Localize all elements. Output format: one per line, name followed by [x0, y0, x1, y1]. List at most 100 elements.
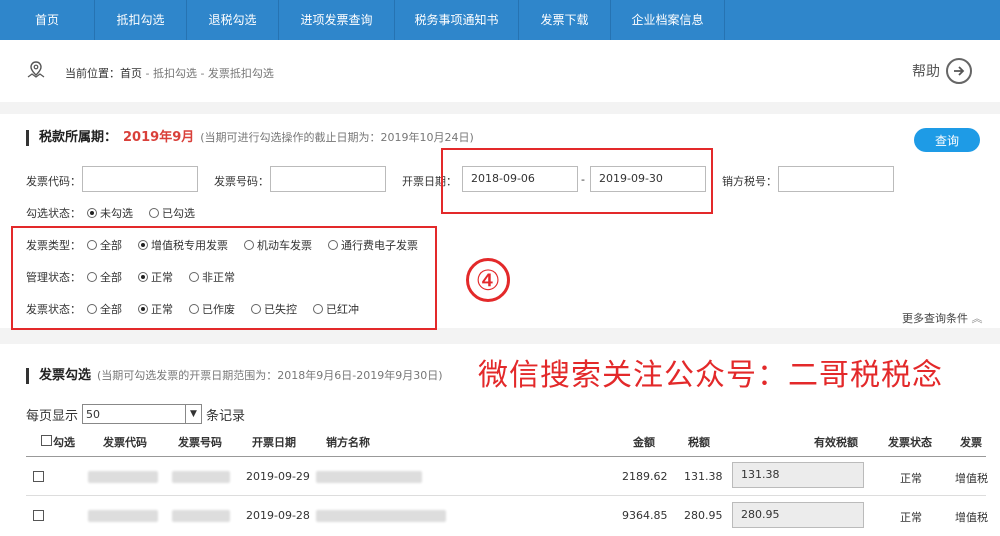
- radio-label: 正常: [151, 303, 173, 316]
- page-size-select[interactable]: 50 ▼: [82, 404, 203, 424]
- select-all-checkbox[interactable]: [41, 435, 52, 446]
- row-amount: 9364.85: [622, 509, 668, 522]
- col-tax: 税额: [688, 436, 710, 449]
- masked-invoice-number: [172, 510, 230, 522]
- row-checkbox[interactable]: [33, 510, 44, 521]
- radio-on-icon: [138, 240, 148, 250]
- col-seller: 销方名称: [326, 436, 370, 449]
- top-nav: 首页 抵扣勾选 退税勾选 进项发票查询 税务事项通知书 发票下载 企业档案信息: [0, 0, 1000, 40]
- row-divider: [26, 495, 986, 496]
- manage-status-label: 管理状态：: [26, 271, 81, 284]
- invoice-number-input[interactable]: [270, 166, 386, 192]
- radio-type-toll[interactable]: 通行费电子发票: [324, 237, 418, 253]
- row-tax: 131.38: [684, 470, 723, 483]
- radio-label: 全部: [100, 303, 122, 316]
- radio-off-icon: [189, 304, 199, 314]
- row-checkbox[interactable]: [33, 471, 44, 482]
- radio-label: 已红冲: [326, 303, 359, 316]
- header-divider: [26, 456, 986, 457]
- radio-on-icon: [138, 272, 148, 282]
- date-from-input[interactable]: 2018-09-06: [462, 166, 578, 192]
- radio-status-normal[interactable]: 正常: [134, 301, 173, 317]
- radio-unchecked[interactable]: 未勾选: [83, 205, 133, 221]
- radio-type-vehicle[interactable]: 机动车发票: [240, 237, 312, 253]
- row-type: 增值税: [955, 511, 988, 524]
- check-status-row: 勾选状态： 未勾选 已勾选: [26, 205, 207, 221]
- row-date: 2019-09-28: [246, 509, 310, 522]
- effective-tax-input[interactable]: 131.38: [732, 462, 864, 488]
- radio-status-all[interactable]: 全部: [83, 301, 122, 317]
- col-type: 发票: [960, 436, 982, 449]
- radio-type-vat-special[interactable]: 增值税专用发票: [134, 237, 228, 253]
- selection-title: 发票勾选 (当期可勾选发票的开票日期范围为：2018年9月6日-2019年9月30…: [26, 368, 443, 384]
- manage-status-row: 管理状态： 全部 正常 非正常: [26, 269, 247, 285]
- col-effective: 有效税额: [814, 436, 858, 449]
- radio-off-icon: [313, 304, 323, 314]
- nav-company-profile[interactable]: 企业档案信息: [611, 0, 725, 40]
- filter-panel: 税款所属期： 2019年9月 (当期可进行勾选操作的截止日期为：2019年10月24…: [0, 114, 1000, 330]
- invoice-status-label: 发票状态：: [26, 303, 81, 316]
- masked-invoice-code: [88, 471, 158, 483]
- radio-manage-normal[interactable]: 正常: [134, 269, 173, 285]
- date-separator: -: [581, 173, 585, 186]
- radio-label: 非正常: [202, 271, 235, 284]
- radio-label: 全部: [100, 271, 122, 284]
- masked-invoice-code: [88, 510, 158, 522]
- selection-label: 发票勾选: [39, 368, 92, 383]
- radio-label: 已失控: [264, 303, 297, 316]
- invoice-code-label: 发票代码：: [26, 175, 81, 188]
- nav-refund-select[interactable]: 退税勾选: [187, 0, 279, 40]
- radio-off-icon: [328, 240, 338, 250]
- radio-type-all[interactable]: 全部: [83, 237, 122, 253]
- help-button[interactable]: 帮助: [912, 58, 972, 84]
- nav-tax-notice[interactable]: 税务事项通知书: [395, 0, 519, 40]
- tax-period-value: 2019年9月: [123, 130, 195, 145]
- breadcrumb-home[interactable]: 首页: [120, 67, 142, 80]
- tax-period-note: (当期可进行勾选操作的截止日期为：2019年10月24日): [200, 131, 474, 144]
- radio-status-lost-control[interactable]: 已失控: [247, 301, 297, 317]
- radio-off-icon: [87, 304, 97, 314]
- selection-note: (当期可勾选发票的开票日期范围为：2018年9月6日-2019年9月30日): [97, 369, 443, 382]
- date-to-input[interactable]: 2019-09-30: [590, 166, 706, 192]
- more-filters-label: 更多查询条件: [902, 312, 968, 325]
- col-amount: 金额: [633, 436, 655, 449]
- nav-invoice-download[interactable]: 发票下载: [519, 0, 611, 40]
- arrow-right-icon: [946, 58, 972, 84]
- radio-off-icon: [149, 208, 159, 218]
- nav-home[interactable]: 首页: [0, 0, 95, 40]
- masked-seller-name: [316, 471, 422, 483]
- nav-input-invoice-query[interactable]: 进项发票查询: [279, 0, 395, 40]
- seller-tax-label: 销方税号：: [722, 175, 777, 188]
- page-size-value: 50: [86, 407, 101, 421]
- radio-label: 通行费电子发票: [341, 239, 418, 252]
- help-label: 帮助: [912, 64, 940, 80]
- chevron-down-icon: ▼: [185, 405, 201, 423]
- nav-deduction-select[interactable]: 抵扣勾选: [95, 0, 187, 40]
- radio-status-red-reversed[interactable]: 已红冲: [309, 301, 359, 317]
- radio-manage-abnormal[interactable]: 非正常: [185, 269, 235, 285]
- map-pin-icon: [27, 61, 45, 78]
- query-button[interactable]: 查询: [914, 128, 980, 152]
- radio-checked[interactable]: 已勾选: [145, 205, 195, 221]
- more-filters-link[interactable]: 更多查询条件 ︽: [902, 310, 983, 326]
- radio-off-icon: [87, 272, 97, 282]
- row-status: 正常: [900, 511, 922, 524]
- page-size-prefix: 每页显示: [26, 408, 79, 424]
- row-type: 增值税: [955, 472, 988, 485]
- effective-tax-input[interactable]: 280.95: [732, 502, 864, 528]
- col-date: 开票日期: [252, 436, 296, 449]
- row-status: 正常: [900, 472, 922, 485]
- tax-period-label: 税款所属期：: [39, 130, 118, 145]
- issue-date-label: 开票日期：: [402, 175, 457, 188]
- step-number-badge: ④: [466, 258, 510, 302]
- seller-tax-input[interactable]: [778, 166, 894, 192]
- radio-manage-all[interactable]: 全部: [83, 269, 122, 285]
- page-size-control: 每页显示 50 ▼ 条记录: [26, 404, 245, 424]
- col-check: 勾选: [53, 436, 75, 449]
- invoice-number-label: 发票号码：: [214, 175, 269, 188]
- invoice-code-input[interactable]: [82, 166, 198, 192]
- radio-status-voided[interactable]: 已作废: [185, 301, 235, 317]
- radio-label: 机动车发票: [257, 239, 312, 252]
- radio-label: 增值税专用发票: [151, 239, 228, 252]
- radio-off-icon: [244, 240, 254, 250]
